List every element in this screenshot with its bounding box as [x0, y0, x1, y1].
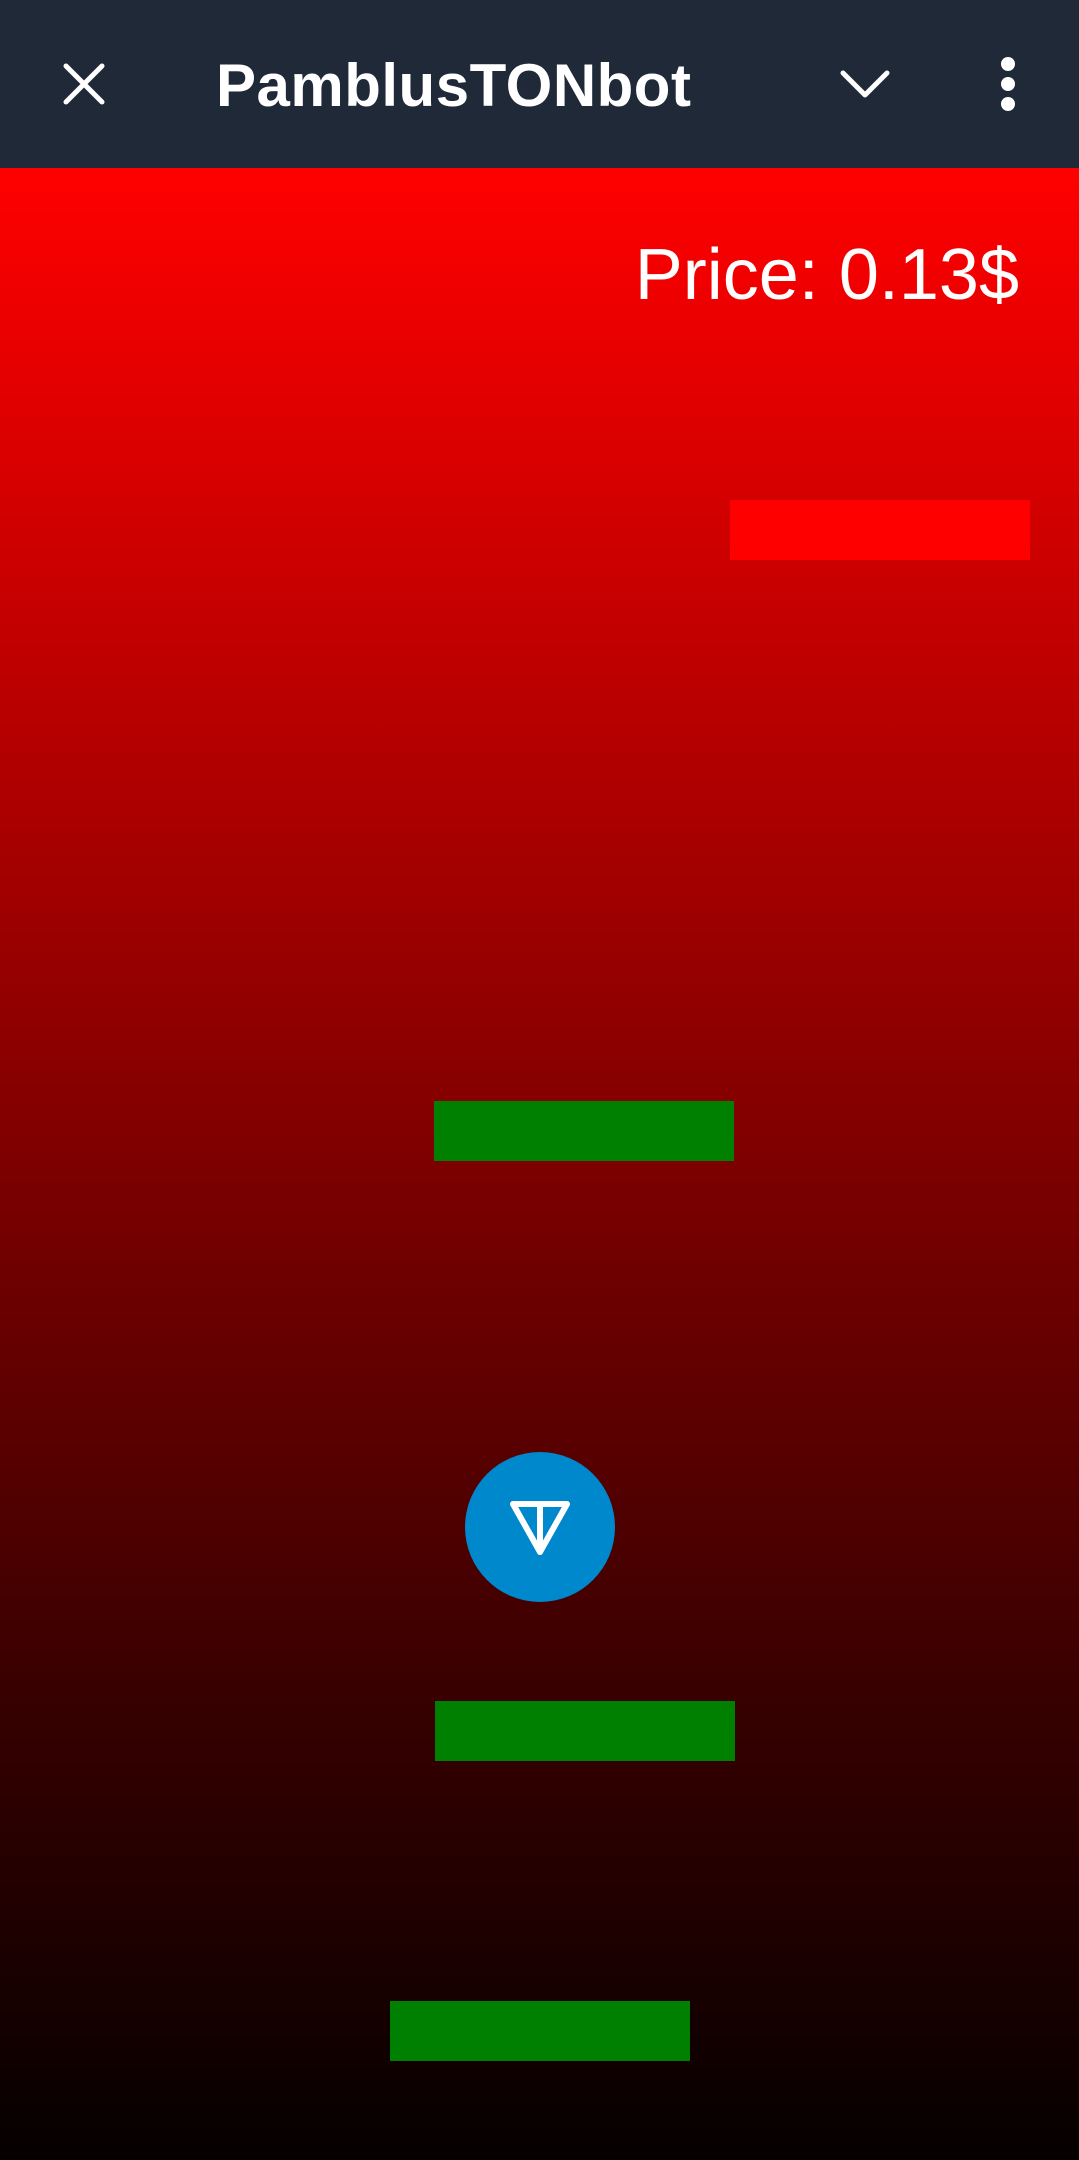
close-icon — [63, 63, 105, 105]
collapse-button[interactable] — [825, 44, 905, 124]
platform-green — [390, 2001, 690, 2061]
platform-red — [730, 500, 1030, 560]
close-button[interactable] — [44, 44, 124, 124]
game-area[interactable]: Price: 0.13$ — [0, 168, 1079, 2160]
ton-logo-icon — [510, 1501, 570, 1555]
price-display: Price: 0.13$ — [635, 230, 1019, 320]
bot-title: PamblusTONbot — [216, 52, 692, 119]
platform-green — [435, 1701, 735, 1761]
more-vertical-icon — [1001, 57, 1015, 111]
price-value: 0.13$ — [838, 235, 1019, 315]
platform-green — [434, 1101, 734, 1161]
more-menu-button[interactable] — [968, 44, 1048, 124]
chevron-down-icon — [840, 70, 890, 98]
app-header: PamblusTONbot — [0, 0, 1079, 168]
price-label: Price: — [634, 235, 819, 315]
player-ball[interactable] — [465, 1452, 615, 1602]
